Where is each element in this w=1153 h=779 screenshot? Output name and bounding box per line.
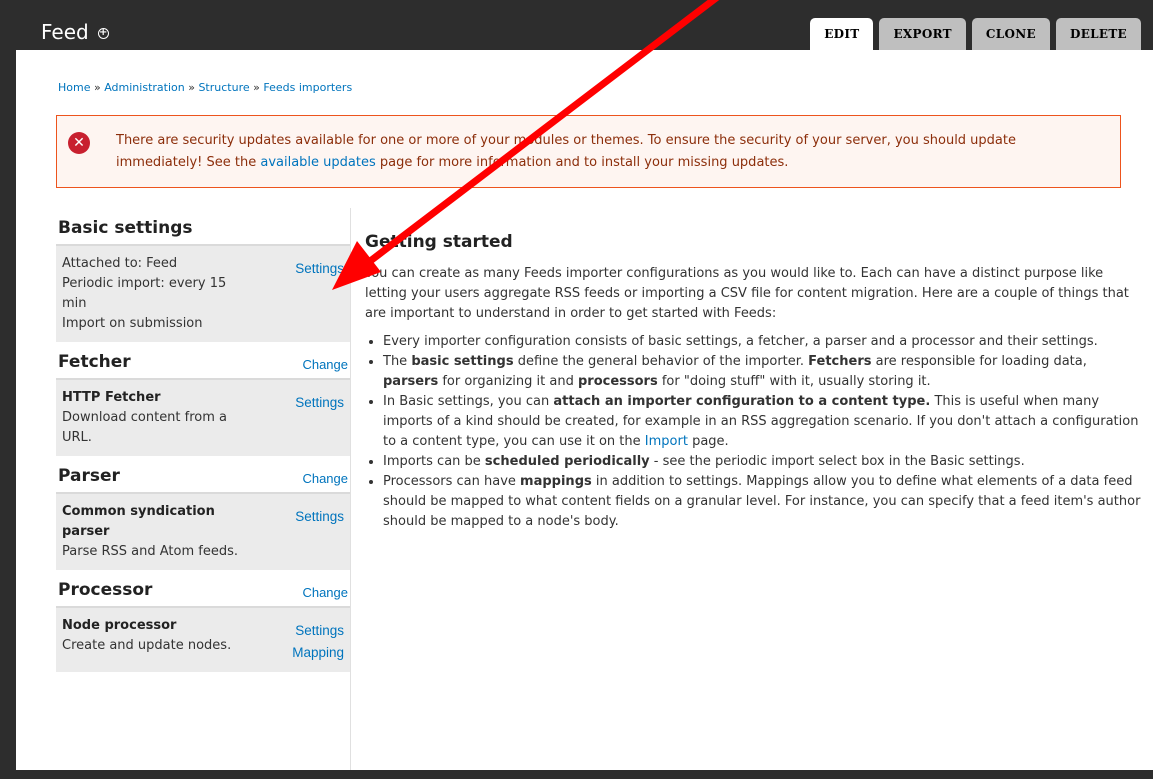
breadcrumb-feeds-importers[interactable]: Feeds importers bbox=[263, 81, 352, 94]
tab-export[interactable]: EXPORT bbox=[879, 18, 966, 50]
getting-started-title: Getting started bbox=[365, 232, 513, 252]
getting-started-section: Getting started You can create as many F… bbox=[365, 232, 1145, 532]
basic-settings-link[interactable]: Settings bbox=[295, 258, 344, 280]
periodic-import-text: Periodic import: every 15 min bbox=[62, 276, 227, 311]
alert-text-part: page for more information and to install… bbox=[375, 155, 789, 170]
plus-circle-icon[interactable]: + bbox=[97, 27, 109, 39]
emphasis: mappings bbox=[520, 474, 592, 489]
fetcher-header: Fetcher Change bbox=[56, 342, 350, 378]
processor-mapping-link[interactable]: Mapping bbox=[292, 642, 344, 664]
list-item: Processors can have mappings in addition… bbox=[383, 472, 1145, 532]
text-part: are responsible for loading data, bbox=[871, 354, 1087, 369]
text-part: Imports can be bbox=[383, 454, 485, 469]
breadcrumb-structure[interactable]: Structure bbox=[198, 81, 249, 94]
processor-box: Node processor Create and update nodes. … bbox=[56, 606, 350, 672]
processor-name: Node processor bbox=[62, 618, 177, 633]
bottom-strip bbox=[0, 770, 1153, 779]
emphasis: scheduled periodically bbox=[484, 454, 650, 469]
tips-list: Every importer configuration consists of… bbox=[365, 332, 1145, 532]
processor-change-link[interactable]: Change bbox=[302, 585, 348, 606]
processor-header: Processor Change bbox=[56, 570, 350, 606]
processor-settings-link[interactable]: Settings bbox=[292, 620, 344, 642]
top-header: Feed + EDIT EXPORT CLONE DELETE bbox=[0, 0, 1153, 50]
text-part: for organizing it and bbox=[438, 374, 578, 389]
intro-paragraph: You can create as many Feeds importer co… bbox=[365, 266, 1129, 321]
security-alert: ✕ There are security updates available f… bbox=[56, 115, 1121, 188]
parser-title: Parser bbox=[58, 466, 120, 486]
processor-title: Processor bbox=[58, 580, 153, 600]
text-part: In Basic settings, you can bbox=[383, 394, 554, 409]
import-page-link[interactable]: Import bbox=[645, 434, 688, 449]
emphasis: Fetchers bbox=[808, 354, 872, 369]
tab-bar: EDIT EXPORT CLONE DELETE bbox=[810, 18, 1141, 50]
emphasis: parsers bbox=[383, 374, 439, 389]
list-item: Imports can be scheduled periodically - … bbox=[383, 452, 1145, 472]
available-updates-link[interactable]: available updates bbox=[260, 155, 375, 170]
fetcher-change-link[interactable]: Change bbox=[302, 357, 348, 378]
fetcher-box: HTTP Fetcher Download content from a URL… bbox=[56, 378, 350, 456]
fetcher-settings-link[interactable]: Settings bbox=[295, 392, 344, 414]
alert-message: There are security updates available for… bbox=[116, 130, 1106, 174]
emphasis: attach an importer configuration to a co… bbox=[553, 394, 931, 409]
text-part: - see the periodic import select box in … bbox=[649, 454, 1025, 469]
parser-name: Common syndication parser bbox=[62, 504, 215, 539]
parser-settings-link[interactable]: Settings bbox=[295, 506, 344, 528]
list-item: Every importer configuration consists of… bbox=[383, 332, 1145, 352]
processor-description: Create and update nodes. bbox=[62, 638, 232, 653]
list-item: In Basic settings, you can attach an imp… bbox=[383, 392, 1145, 452]
site-title-text: Feed bbox=[41, 20, 89, 44]
emphasis: basic settings bbox=[411, 354, 514, 369]
breadcrumb-separator: » bbox=[93, 81, 101, 94]
fetcher-title: Fetcher bbox=[58, 352, 131, 372]
text-part: Processors can have bbox=[383, 474, 521, 489]
tab-clone[interactable]: CLONE bbox=[971, 18, 1050, 50]
parser-box: Common syndication parser Parse RSS and … bbox=[56, 492, 350, 570]
breadcrumb-separator: » bbox=[253, 81, 260, 94]
basic-settings-header: Basic settings bbox=[56, 208, 350, 244]
text-part: for "doing stuff" with it, usually stori… bbox=[657, 374, 931, 389]
fetcher-name: HTTP Fetcher bbox=[62, 390, 161, 405]
tab-delete[interactable]: DELETE bbox=[1055, 18, 1141, 50]
site-title: Feed + bbox=[41, 20, 109, 44]
parser-header: Parser Change bbox=[56, 456, 350, 492]
breadcrumb: Home » Administration » Structure » Feed… bbox=[58, 81, 352, 94]
list-item: The basic settings define the general be… bbox=[383, 352, 1145, 392]
tab-edit[interactable]: EDIT bbox=[810, 18, 874, 50]
breadcrumb-home[interactable]: Home bbox=[58, 81, 90, 94]
text-part: page. bbox=[687, 434, 729, 449]
breadcrumb-separator: » bbox=[188, 81, 195, 94]
attached-to-text: Attached to: Feed bbox=[62, 256, 178, 271]
breadcrumb-administration[interactable]: Administration bbox=[104, 81, 185, 94]
error-x-icon: ✕ bbox=[68, 132, 90, 154]
text-part: The bbox=[383, 354, 412, 369]
parser-description: Parse RSS and Atom feeds. bbox=[62, 544, 238, 559]
text-part: define the general behavior of the impor… bbox=[513, 354, 809, 369]
importer-sidebar: Basic settings Attached to: Feed Periodi… bbox=[56, 208, 351, 770]
basic-settings-box: Attached to: Feed Periodic import: every… bbox=[56, 244, 350, 342]
import-on-submission-text: Import on submission bbox=[62, 316, 203, 331]
fetcher-description: Download content from a URL. bbox=[62, 410, 228, 445]
emphasis: processors bbox=[577, 374, 658, 389]
basic-settings-title: Basic settings bbox=[58, 218, 193, 238]
content-area: Home » Administration » Structure » Feed… bbox=[16, 50, 1153, 770]
parser-change-link[interactable]: Change bbox=[302, 471, 348, 492]
